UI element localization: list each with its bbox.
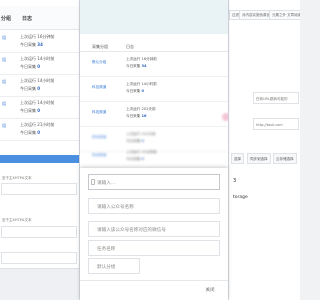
wechat-id-input[interactable]: 请输入该公众号名称对应的微信号 [88, 221, 220, 237]
task-name-placeholder: 任务名称 [97, 247, 116, 252]
wechat-id-placeholder: 请输入该公众号名称对应的微信号 [97, 228, 166, 233]
group-tag[interactable]: 科技频道 [92, 110, 106, 115]
today-count: 34 [141, 64, 147, 68]
decorative-sticker [222, 113, 228, 127]
last-run-text: 上次运行 14小时前 [126, 82, 157, 86]
today-count: 0 [141, 89, 145, 93]
today-collected-text: 今日采集 0 [126, 157, 145, 161]
text-field[interactable] [1, 252, 77, 264]
panel-header [80, 0, 228, 34]
last-run-text: 上次运行 16分钟前 [126, 57, 157, 61]
column-header-group: 分组 [1, 16, 12, 22]
group-select-value: 默认分组 [97, 265, 116, 270]
column-header-log: 日志 [22, 16, 33, 22]
group-tag[interactable]: 组 [2, 101, 6, 107]
account-name-input[interactable]: 请输入公众号名称 [88, 198, 220, 214]
add-account-form: 请输入... 请输入公众号名称 请输入该公众号名称对应的微信号 任务名称 默认分… [80, 168, 228, 300]
tab-rewrite[interactable]: 对内容实施伪原创 [239, 10, 273, 20]
url-mode-select[interactable]: 在转URL跳转可能的 [253, 92, 299, 104]
last-run-text: 上次运行 16分钟前 [20, 34, 55, 39]
table-row[interactable]: 组 上次运行 21小时前 今日采集 0 [0, 119, 79, 141]
today-collected-text: 今日采集 34 [126, 64, 147, 68]
today-count: 0 [37, 130, 41, 135]
table-row[interactable]: 组 上次运行 14小时前 今日采集 0 [0, 75, 79, 97]
cursor-icon [91, 179, 95, 185]
field-label: 至于主XHTML文本 [2, 218, 32, 222]
last-run-text: 上次运行 202天前 [126, 107, 156, 111]
today-count: 0 [37, 64, 41, 69]
today-collected-text: 今日采集 0 [126, 139, 145, 143]
last-run-text: 上次运行 20分钟前 [126, 150, 157, 154]
section-header-bar [0, 155, 79, 163]
tab-sync-select[interactable]: 同步到选择 [247, 153, 271, 164]
text-field[interactable] [1, 226, 77, 238]
table-row[interactable]: 科技频道 上次运行 202天前 今日采集 16 [80, 102, 228, 127]
background-task-list-panel: 分组 日志 组 上次运行 16分钟前 今日采集 34 组 上次运行 14小时前 … [0, 0, 80, 300]
column-header-log: 日志 [126, 44, 134, 49]
group-tag[interactable]: 组 [2, 35, 6, 41]
today-collected-text: 今日采集 0 [20, 108, 41, 113]
today-count: 16 [141, 114, 147, 118]
table-row[interactable]: 组 上次运行 16分钟前 今日采集 34 [0, 31, 79, 53]
account-input[interactable]: 请输入... [88, 174, 220, 190]
account-placeholder: 请输入... [97, 181, 116, 186]
collection-group-list: 采集分组 日志 默认分组 上次运行 16分钟前 今日采集 34 科技频道 上次运… [80, 0, 228, 168]
today-collected-text: 今日采集 34 [20, 42, 43, 47]
today-collected-text: 今日采集 0 [20, 86, 41, 91]
today-count: 0 [141, 157, 145, 161]
tab-extra[interactable]: 元素之外 文章阅读数 [269, 10, 300, 20]
group-tag[interactable]: 财经频道 [92, 135, 106, 140]
field-label: 至于主XHTML文本 [2, 176, 32, 180]
today-count: 0 [37, 108, 41, 113]
panel-footer [0, 268, 79, 300]
group-tag[interactable]: 组 [2, 79, 6, 85]
table-row[interactable]: 财经频道 上次运行 20分钟前 今日采集 0 [80, 145, 228, 168]
today-collected-text: 今日采集 16 [126, 114, 147, 118]
last-run-text: 上次运行 202天前 [126, 132, 156, 136]
last-run-text: 上次运行 14小时前 [20, 100, 55, 105]
table-row[interactable]: 科技频道 上次运行 14小时前 今日采集 0 [80, 77, 228, 102]
today-count: 0 [141, 139, 145, 143]
group-tag[interactable]: 默认分组 [92, 60, 106, 65]
account-name-placeholder: 请输入公众号名称 [97, 205, 134, 210]
group-tag[interactable]: 财经频道 [92, 153, 106, 158]
group-tag[interactable]: 科技频道 [92, 85, 106, 90]
table-row[interactable]: 组 上次运行 14小时前 今日采集 0 [0, 97, 79, 119]
table-row[interactable]: 默认分组 上次运行 16分钟前 今日采集 34 [80, 52, 228, 77]
table-row[interactable]: 组 上次运行 14小时前 今日采集 0 [0, 53, 79, 75]
group-tag[interactable]: 组 [2, 57, 6, 63]
url-field[interactable]: http://task.com [253, 118, 299, 130]
task-name-input[interactable]: 任务名称 [88, 240, 220, 256]
today-collected-text: 今日采集 0 [20, 130, 41, 135]
group-tag[interactable]: 组 [2, 123, 6, 129]
close-button[interactable]: 关闭 [198, 285, 222, 296]
field-label: 3 [233, 178, 237, 184]
storage-label: torage [233, 195, 248, 200]
table-header: 分组 日志 [0, 6, 79, 30]
today-collected-text: 今日采集 0 [20, 64, 41, 69]
background-settings-panel: 过滤 对内容实施伪原创 元素之外 文章阅读数 在转URL跳转可能的 http:/… [228, 0, 300, 300]
column-header-group: 采集分组 [92, 44, 108, 49]
last-run-text: 上次运行 14小时前 [20, 56, 55, 61]
today-count: 0 [37, 86, 41, 91]
form-footer: 关闭 [80, 280, 228, 300]
last-run-text: 上次运行 21小时前 [20, 122, 55, 127]
option-tabs: 过滤 对内容实施伪原创 元素之外 文章阅读数 [229, 10, 300, 20]
today-count: 34 [37, 42, 43, 47]
group-select[interactable]: 默认分组 [88, 258, 140, 274]
text-field[interactable] [1, 183, 77, 195]
table-header: 采集分组 日志 [80, 40, 228, 52]
today-collected-text: 今日采集 0 [126, 89, 145, 93]
last-run-text: 上次运行 14小时前 [20, 78, 55, 83]
tab-cloud-storage[interactable]: 云存储选择 [273, 153, 297, 164]
tab-select[interactable]: 选择 [231, 153, 244, 164]
